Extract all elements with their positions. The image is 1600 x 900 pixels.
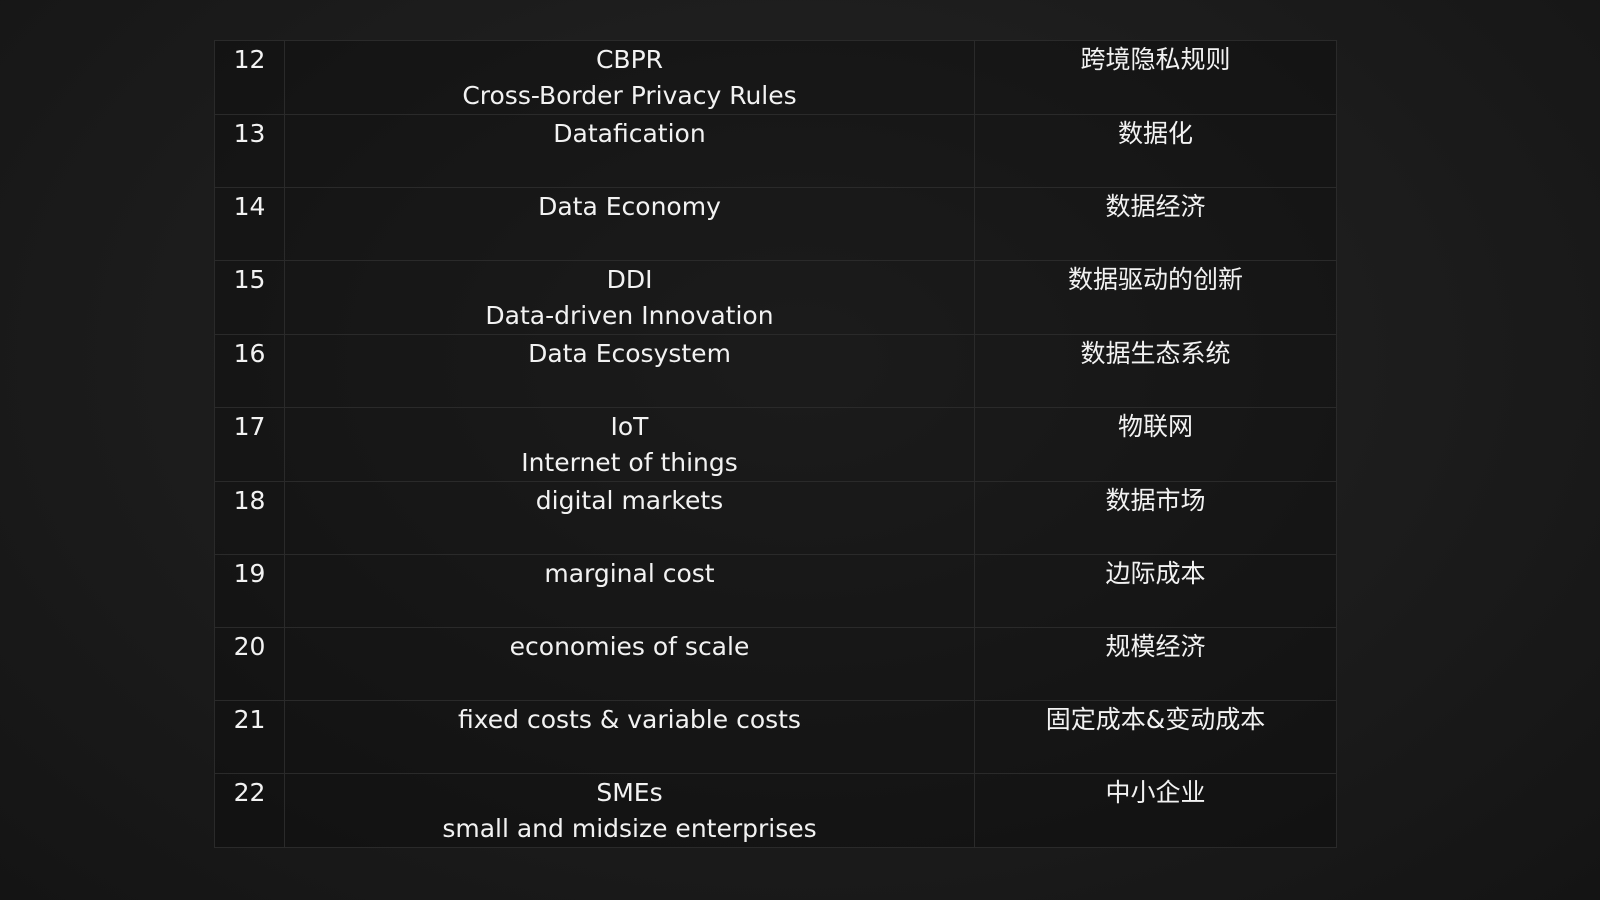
row-number-cell: 21	[214, 700, 285, 774]
chinese-term: 数据驱动的创新	[1067, 265, 1243, 294]
glossary-table-body: 12 CBPR Cross-Border Privacy Rules 跨境隐私规则…	[214, 40, 1337, 848]
row-number-cell: 20	[214, 627, 285, 701]
chinese-term: 物联网	[1117, 412, 1193, 441]
english-term-cell: Datafication	[284, 114, 975, 188]
chinese-term: 数据生态系统	[1080, 339, 1231, 368]
row-number: 13	[233, 119, 266, 148]
table-row: 13 Datafication 数据化	[214, 114, 1337, 188]
chinese-term-cell: 数据驱动的创新	[974, 260, 1337, 335]
row-number-cell: 16	[214, 334, 285, 408]
english-term-line: fixed costs & variable costs	[458, 705, 801, 734]
table-row: 17 IoT Internet of things 物联网	[214, 407, 1337, 482]
english-term-line: IoT	[610, 412, 649, 441]
english-term-line: Data Economy	[538, 192, 721, 221]
row-number: 21	[233, 705, 266, 734]
row-number: 16	[233, 339, 266, 368]
chinese-term-cell: 数据化	[974, 114, 1337, 188]
chinese-term-cell: 规模经济	[974, 627, 1337, 701]
english-term-cell: Data Economy	[284, 187, 975, 261]
chinese-term-cell: 数据经济	[974, 187, 1337, 261]
english-term-line: Datafication	[553, 119, 706, 148]
english-term-line: digital markets	[535, 486, 724, 515]
english-term-cell: digital markets	[284, 481, 975, 555]
table-row: 12 CBPR Cross-Border Privacy Rules 跨境隐私规则	[214, 40, 1337, 115]
english-term-cell: Data Ecosystem	[284, 334, 975, 408]
glossary-table: 12 CBPR Cross-Border Privacy Rules 跨境隐私规则…	[214, 40, 1337, 848]
row-number-cell: 18	[214, 481, 285, 555]
row-number-cell: 15	[214, 260, 285, 335]
chinese-term-cell: 数据市场	[974, 481, 1337, 555]
english-term-line: economies of scale	[509, 632, 750, 661]
table-row: 21 fixed costs & variable costs 固定成本&变动成…	[214, 700, 1337, 774]
english-term-line: DDI	[606, 265, 653, 294]
english-term-cell: marginal cost	[284, 554, 975, 628]
table-row: 16 Data Ecosystem 数据生态系统	[214, 334, 1337, 408]
table-row: 14 Data Economy 数据经济	[214, 187, 1337, 261]
row-number: 19	[233, 559, 266, 588]
chinese-term-cell: 中小企业	[974, 773, 1337, 848]
row-number: 18	[233, 486, 266, 515]
english-term-line: SMEs	[596, 778, 663, 807]
chinese-term: 数据经济	[1105, 192, 1206, 221]
english-term-cell: CBPR Cross-Border Privacy Rules	[284, 40, 975, 115]
english-term-line: Data Ecosystem	[528, 339, 731, 368]
english-term-line: CBPR	[595, 45, 664, 74]
english-term-line: Data-driven Innovation	[485, 301, 774, 330]
table-row: 22 SMEs small and midsize enterprises 中小企…	[214, 773, 1337, 848]
chinese-term-cell: 数据生态系统	[974, 334, 1337, 408]
chinese-term: 数据市场	[1105, 486, 1206, 515]
row-number-cell: 13	[214, 114, 285, 188]
slide: 12 CBPR Cross-Border Privacy Rules 跨境隐私规则…	[0, 0, 1600, 900]
row-number: 22	[233, 778, 266, 807]
english-term-line: Internet of things	[521, 448, 738, 477]
english-term-line: marginal cost	[544, 559, 715, 588]
english-term-cell: economies of scale	[284, 627, 975, 701]
row-number-cell: 17	[214, 407, 285, 482]
english-term-line: small and midsize enterprises	[442, 814, 817, 843]
chinese-term: 中小企业	[1105, 778, 1206, 807]
row-number: 14	[233, 192, 266, 221]
table-row: 19 marginal cost 边际成本	[214, 554, 1337, 628]
english-term-cell: IoT Internet of things	[284, 407, 975, 482]
row-number-cell: 22	[214, 773, 285, 848]
chinese-term-cell: 固定成本&变动成本	[974, 700, 1337, 774]
row-number: 15	[233, 265, 266, 294]
table-row: 20 economies of scale 规模经济	[214, 627, 1337, 701]
chinese-term: 固定成本&变动成本	[1045, 705, 1266, 734]
english-term-line: Cross-Border Privacy Rules	[462, 81, 797, 110]
chinese-term: 跨境隐私规则	[1080, 45, 1231, 74]
row-number: 17	[233, 412, 266, 441]
row-number: 12	[233, 45, 266, 74]
row-number-cell: 14	[214, 187, 285, 261]
chinese-term-cell: 边际成本	[974, 554, 1337, 628]
table-row: 18 digital markets 数据市场	[214, 481, 1337, 555]
row-number-cell: 19	[214, 554, 285, 628]
english-term-cell: DDI Data-driven Innovation	[284, 260, 975, 335]
chinese-term: 边际成本	[1105, 559, 1206, 588]
chinese-term-cell: 跨境隐私规则	[974, 40, 1337, 115]
row-number-cell: 12	[214, 40, 285, 115]
row-number: 20	[233, 632, 266, 661]
chinese-term: 数据化	[1117, 119, 1193, 148]
english-term-cell: SMEs small and midsize enterprises	[284, 773, 975, 848]
table-row: 15 DDI Data-driven Innovation 数据驱动的创新	[214, 260, 1337, 335]
chinese-term: 规模经济	[1105, 632, 1206, 661]
chinese-term-cell: 物联网	[974, 407, 1337, 482]
english-term-cell: fixed costs & variable costs	[284, 700, 975, 774]
